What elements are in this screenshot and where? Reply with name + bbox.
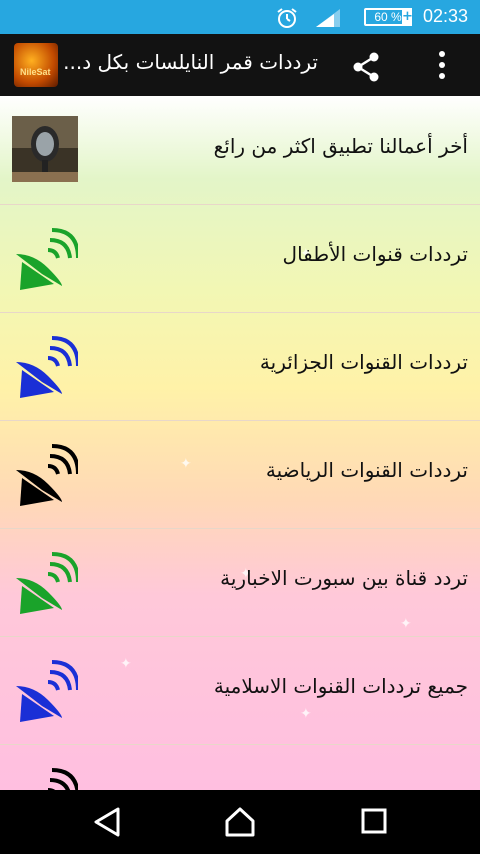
list-item[interactable]: ترددات قنوات الأطفال bbox=[0, 204, 480, 313]
share-icon[interactable] bbox=[350, 50, 384, 84]
list-item-label: ترددات قنوات الأطفال bbox=[282, 242, 468, 266]
app-logo: NileSat bbox=[14, 43, 58, 87]
battery-charging-icon: + bbox=[402, 8, 413, 26]
satellite-dish-icon bbox=[16, 660, 78, 722]
navigation-bar bbox=[0, 790, 480, 854]
list-item-label: ترددات القنوات الرياضية bbox=[265, 458, 468, 482]
list-item-label: أخر أعمالنا تطبيق اكثر من رائع bbox=[213, 134, 468, 158]
battery-percent: 60 % bbox=[374, 10, 402, 24]
list-item[interactable]: أخر أعمالنا تطبيق اكثر من رائع bbox=[0, 96, 480, 205]
signal-icon bbox=[316, 9, 340, 27]
app-title: ترددات قمر النايلسات بكل د... bbox=[63, 50, 318, 74]
home-icon[interactable] bbox=[224, 806, 256, 838]
antenna-photo bbox=[12, 116, 78, 182]
list-item[interactable]: ترددات القنوات الجزائرية bbox=[0, 312, 480, 421]
satellite-dish-icon bbox=[16, 552, 78, 614]
status-bar: 60 % + 02:33 bbox=[0, 0, 480, 34]
list-item[interactable]: ترددات القنوات الرياضية bbox=[0, 420, 480, 529]
list-item[interactable] bbox=[0, 744, 480, 790]
satellite-dish-icon bbox=[16, 336, 78, 398]
satellite-dish-icon bbox=[16, 228, 78, 290]
status-time: 02:33 bbox=[422, 6, 468, 26]
app-bar: NileSat ترددات قمر النايلسات بكل د... bbox=[0, 34, 480, 96]
alarm-icon bbox=[277, 8, 297, 28]
overflow-menu-icon[interactable] bbox=[436, 50, 448, 80]
list-item-label: جميع ترددات القنوات الاسلامية bbox=[213, 674, 468, 698]
list-item[interactable]: تردد قناة بين سبورت الاخبارية bbox=[0, 528, 480, 637]
list-item-label: ترددات القنوات الجزائرية bbox=[259, 350, 468, 374]
channel-list: ✦ ✦ ✦ ✦ ✦ ✦ أخر أعمالنا تطبيق اكثر من را… bbox=[0, 96, 480, 790]
recents-icon[interactable] bbox=[360, 806, 388, 836]
list-item-label: تردد قناة بين سبورت الاخبارية bbox=[220, 566, 468, 590]
app-logo-text: NileSat bbox=[20, 67, 51, 77]
satellite-dish-icon bbox=[16, 444, 78, 506]
list-item[interactable]: جميع ترددات القنوات الاسلامية bbox=[0, 636, 480, 745]
satellite-dish-icon bbox=[48, 768, 78, 790]
back-icon[interactable] bbox=[92, 806, 122, 838]
